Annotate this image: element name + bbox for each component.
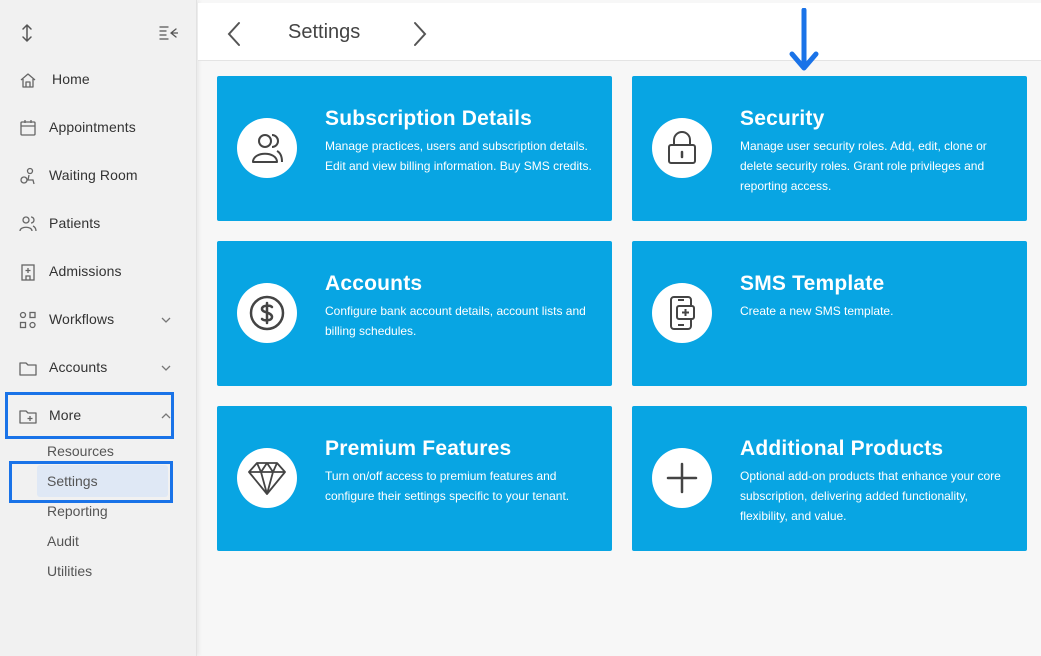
- card-title: Subscription Details: [325, 107, 533, 130]
- card-title: Security: [740, 107, 825, 130]
- card-accounts[interactable]: Accounts Configure bank account details,…: [217, 241, 612, 386]
- folder-icon: [19, 362, 37, 376]
- chevron-right-icon[interactable]: [412, 21, 428, 47]
- card-additional-products[interactable]: Additional Products Optional add-on prod…: [632, 406, 1027, 551]
- waiting-room-icon: [20, 167, 35, 185]
- card-title: SMS Template: [740, 272, 885, 295]
- card-icon-circle: [237, 283, 297, 343]
- sidebar-item-workflows[interactable]: Workflows: [0, 300, 197, 340]
- sidebar-top: [0, 0, 197, 60]
- chevron-down-icon[interactable]: [159, 313, 173, 327]
- card-icon-circle: [652, 283, 712, 343]
- card-title: Accounts: [325, 272, 423, 295]
- chevron-up-icon[interactable]: [159, 409, 173, 423]
- sidebar-item-label: Waiting Room: [49, 167, 138, 183]
- sidebar-item-accounts[interactable]: Accounts: [0, 348, 197, 388]
- chevron-down-icon[interactable]: [159, 361, 173, 375]
- card-description: Configure bank account details, account …: [325, 304, 586, 338]
- sidebar-item-label: More: [49, 407, 82, 423]
- sidebar: Home Appointments Waiting Room Patients …: [0, 0, 197, 656]
- submenu-item-settings[interactable]: Settings: [47, 473, 98, 489]
- sidebar-item-label: Accounts: [49, 359, 108, 375]
- dollar-icon: [249, 295, 285, 331]
- card-icon-circle: [237, 118, 297, 178]
- sidebar-item-label: Appointments: [49, 119, 136, 135]
- lock-icon: [668, 131, 696, 164]
- patients-icon: [19, 216, 37, 232]
- vertical-arrows-icon[interactable]: [18, 22, 36, 44]
- submenu-item-audit[interactable]: Audit: [47, 533, 79, 549]
- submenu-item-utilities[interactable]: Utilities: [47, 563, 92, 579]
- card-subscription-details[interactable]: Subscription Details Manage practices, u…: [217, 76, 612, 221]
- card-premium-features[interactable]: Premium Features Turn on/off access to p…: [217, 406, 612, 551]
- app-window: Home Appointments Waiting Room Patients …: [0, 0, 1041, 656]
- card-title: Premium Features: [325, 437, 512, 460]
- card-security[interactable]: Security Manage user security roles. Add…: [632, 76, 1027, 221]
- card-icon-circle: [652, 448, 712, 508]
- mobile-sms-icon: [670, 296, 695, 330]
- card-icon-circle: [652, 118, 712, 178]
- header: Settings: [198, 3, 1041, 61]
- folder-plus-icon: [19, 410, 37, 424]
- sidebar-item-home[interactable]: Home: [0, 60, 197, 100]
- sidebar-item-label: Workflows: [49, 311, 115, 327]
- users-icon: [252, 134, 283, 163]
- card-description: Create a new SMS template.: [740, 304, 894, 318]
- card-description: Optional add-on products that enhance yo…: [740, 469, 1001, 523]
- card-description: Manage user security roles. Add, edit, c…: [740, 139, 987, 193]
- card-description: Manage practices, users and subscription…: [325, 139, 592, 173]
- sidebar-item-waiting-room[interactable]: Waiting Room: [0, 156, 197, 196]
- sidebar-item-label: Home: [52, 71, 90, 87]
- calendar-icon: [20, 120, 36, 136]
- home-icon: [20, 73, 36, 88]
- card-icon-circle: [237, 448, 297, 508]
- card-sms-template[interactable]: SMS Template Create a new SMS template.: [632, 241, 1027, 386]
- sidebar-item-appointments[interactable]: Appointments: [0, 108, 197, 148]
- sidebar-item-patients[interactable]: Patients: [0, 204, 197, 244]
- hospital-icon: [21, 264, 35, 281]
- submenu-item-resources[interactable]: Resources: [47, 443, 114, 459]
- sidebar-item-more[interactable]: More: [0, 396, 197, 436]
- sidebar-item-label: Admissions: [49, 263, 122, 279]
- collapse-menu-icon[interactable]: [158, 24, 178, 42]
- workflows-icon: [19, 311, 36, 329]
- page-title: Settings: [288, 21, 361, 43]
- sidebar-item-label: Patients: [49, 215, 101, 231]
- card-description: Turn on/off access to premium features a…: [325, 469, 570, 503]
- sidebar-item-admissions[interactable]: Admissions: [0, 252, 197, 292]
- submenu-item-reporting[interactable]: Reporting: [47, 503, 108, 519]
- diamond-icon: [248, 462, 286, 495]
- chevron-left-icon[interactable]: [226, 21, 242, 47]
- plus-icon: [666, 462, 698, 494]
- card-title: Additional Products: [740, 437, 944, 460]
